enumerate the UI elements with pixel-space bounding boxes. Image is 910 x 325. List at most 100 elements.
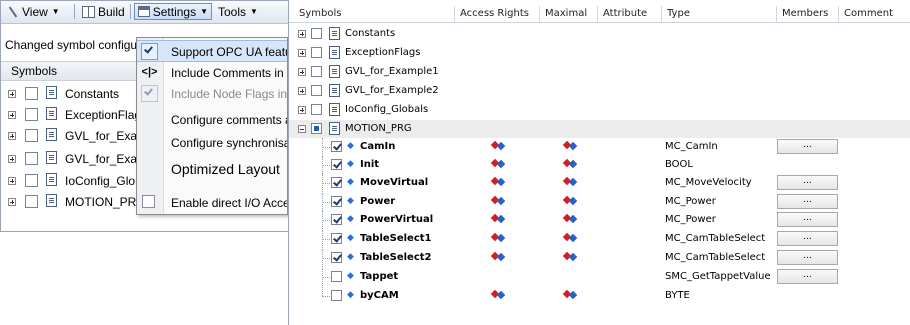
expand-icon[interactable] (8, 90, 16, 98)
column-header-members[interactable]: Members (776, 6, 838, 22)
row-checkbox[interactable] (331, 214, 342, 225)
row-checkbox[interactable] (25, 87, 38, 100)
tools-menu-button[interactable]: Tools ▼ (215, 3, 261, 20)
menu-item-label: Configure synchronisat (171, 136, 288, 150)
menu-item-include-node-flags[interactable]: Include Node Flags in X (137, 83, 287, 105)
row-checkbox[interactable] (331, 271, 342, 282)
collapse-icon[interactable] (298, 125, 306, 133)
document-icon (329, 122, 340, 135)
access-rights-icon[interactable] (492, 252, 506, 262)
expand-icon[interactable] (8, 155, 16, 163)
column-header-type[interactable]: Type (661, 6, 776, 22)
access-rights-icon[interactable] (492, 159, 506, 169)
variable-name: Tappet (360, 271, 399, 282)
variable-row[interactable]: ◆ TableSelect1 MC_CamTableSelect ... (289, 230, 910, 248)
variable-name: TableSelect1 (360, 233, 432, 244)
toolbar: View ▼ Build Settings ▼ Tools ▼ (1, 1, 289, 24)
expand-icon[interactable] (298, 106, 306, 114)
row-checkbox[interactable] (25, 195, 38, 208)
members-button[interactable]: ... (777, 250, 838, 265)
tree-row-label: IoConfig_Glo (65, 174, 136, 188)
row-checkbox[interactable] (25, 108, 38, 121)
column-header-access-rights[interactable]: Access Rights (454, 6, 539, 22)
variable-type: MC_Power (665, 196, 716, 207)
expand-icon[interactable] (298, 68, 306, 76)
column-header-comment[interactable]: Comment (838, 6, 910, 22)
members-button[interactable]: ... (777, 231, 838, 246)
group-row[interactable]: Constants (289, 25, 910, 43)
members-button[interactable]: ... (777, 212, 838, 227)
settings-menu-button[interactable]: Settings ▼ (134, 3, 212, 20)
access-rights-icon[interactable] (492, 177, 506, 187)
view-icon (7, 6, 19, 18)
row-checkbox[interactable] (331, 196, 342, 207)
variable-row[interactable]: ◆ Power MC_Power ... (289, 193, 910, 211)
row-checkbox[interactable] (25, 152, 38, 165)
variable-row[interactable]: ◆ Init BOOL (289, 156, 910, 174)
variable-type: MC_MoveVelocity (665, 177, 752, 188)
access-rights-icon[interactable] (492, 196, 506, 206)
group-row-selected[interactable]: MOTION_PRG (289, 120, 910, 138)
row-checkbox[interactable] (311, 104, 322, 115)
tree-row-label: MOTION_PRG (65, 195, 146, 209)
row-checkbox[interactable] (331, 159, 342, 170)
access-rights-icon[interactable] (492, 233, 506, 243)
menu-item-support-opc-ua[interactable]: Support OPC UA featur (137, 40, 287, 62)
row-checkbox[interactable] (331, 252, 342, 263)
menu-item-include-comments[interactable]: <|> Include Comments in XN (137, 62, 287, 84)
tree-row-label: ExceptionFlag (65, 108, 142, 122)
tree-row-label: GVL_for_Exar (65, 129, 142, 143)
variable-name: MoveVirtual (360, 177, 429, 188)
group-row[interactable]: GVL_for_Example2 (289, 82, 910, 100)
document-icon (46, 173, 57, 186)
access-rights-icon[interactable] (492, 290, 506, 300)
members-button[interactable]: ... (777, 269, 838, 284)
column-header-symbols[interactable]: Symbols (289, 6, 454, 22)
menu-item-enable-direct-io[interactable]: Enable direct I/O Acces (137, 192, 287, 214)
row-checkbox[interactable] (311, 85, 322, 96)
access-rights-icon[interactable] (492, 214, 506, 224)
group-label: MOTION_PRG (345, 123, 412, 134)
row-checkbox[interactable] (311, 28, 322, 39)
group-row[interactable]: GVL_for_Example1 (289, 63, 910, 81)
access-rights-icon[interactable] (492, 141, 506, 151)
variable-row[interactable]: ◆ Tappet SMC_GetTappetValue ... (289, 268, 910, 286)
row-checkbox[interactable] (311, 66, 322, 77)
row-checkbox[interactable] (25, 129, 38, 142)
expand-icon[interactable] (298, 49, 306, 57)
variable-row[interactable]: ◆ TableSelect2 MC_CamTableSelect ... (289, 249, 910, 267)
column-header-maximal[interactable]: Maximal (539, 6, 597, 22)
group-label: GVL_for_Example1 (345, 66, 439, 77)
group-row[interactable]: ExceptionFlags (289, 44, 910, 62)
row-checkbox[interactable] (25, 174, 38, 187)
symbol-configuration-panel-right: Symbols Access Rights Maximal Attribute … (288, 0, 910, 325)
menu-item-configure-comments[interactable]: Configure comments ar (137, 109, 287, 131)
row-checkbox[interactable] (331, 177, 342, 188)
row-checkbox[interactable] (331, 141, 342, 152)
variable-row[interactable]: ◆ CamIn MC_CamIn ... (289, 138, 910, 156)
expand-icon[interactable] (8, 198, 16, 206)
group-label: GVL_for_Example2 (345, 85, 439, 96)
row-checkbox[interactable] (331, 290, 342, 301)
expand-icon[interactable] (298, 87, 306, 95)
variable-icon: ◆ (347, 233, 354, 243)
expand-icon[interactable] (8, 177, 16, 185)
menu-item-configure-synchronisation[interactable]: Configure synchronisat (137, 132, 288, 154)
variable-row[interactable]: ◆ MoveVirtual MC_MoveVelocity ... (289, 174, 910, 192)
row-checkbox[interactable] (311, 123, 322, 134)
expand-icon[interactable] (8, 132, 16, 140)
variable-row[interactable]: ◆ byCAM BYTE (289, 287, 910, 305)
group-row[interactable]: IoConfig_Globals (289, 101, 910, 119)
row-checkbox[interactable] (311, 47, 322, 58)
build-button[interactable]: Build (79, 3, 128, 20)
expand-icon[interactable] (298, 30, 306, 38)
column-header-attribute[interactable]: Attribute (597, 6, 661, 22)
menu-item-optimized-layout[interactable]: Optimized Layout (137, 158, 287, 180)
members-button[interactable]: ... (777, 194, 838, 209)
row-checkbox[interactable] (331, 233, 342, 244)
variable-row[interactable]: ◆ PowerVirtual MC_Power ... (289, 211, 910, 229)
members-button[interactable]: ... (777, 175, 838, 190)
members-button[interactable]: ... (777, 139, 838, 154)
expand-icon[interactable] (8, 111, 16, 119)
view-menu-button[interactable]: View ▼ (4, 3, 63, 20)
